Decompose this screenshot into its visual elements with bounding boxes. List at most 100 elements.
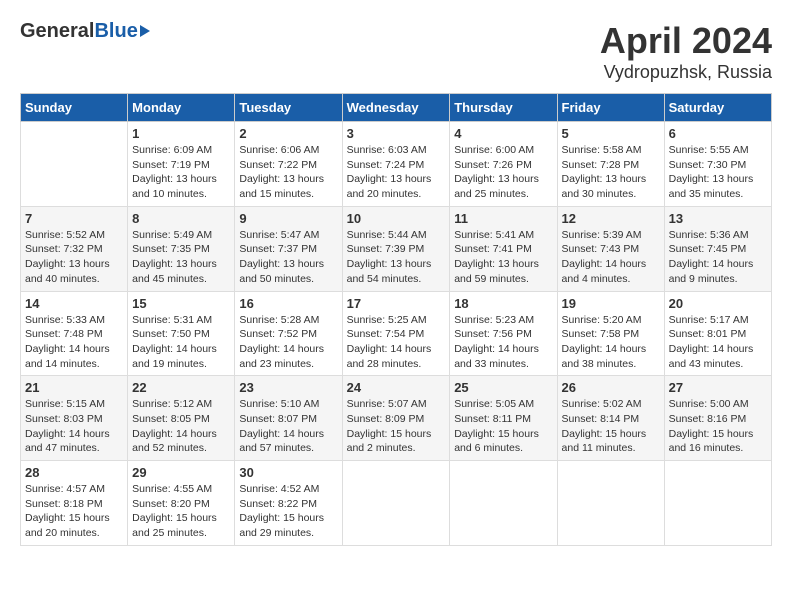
- calendar-cell: 5 Sunrise: 5:58 AMSunset: 7:28 PMDaylight…: [557, 122, 664, 207]
- calendar-cell: 17 Sunrise: 5:25 AMSunset: 7:54 PMDayligh…: [342, 291, 450, 376]
- day-number: 20: [669, 296, 767, 311]
- calendar-cell: 7 Sunrise: 5:52 AMSunset: 7:32 PMDaylight…: [21, 206, 128, 291]
- day-info: Sunrise: 6:03 AMSunset: 7:24 PMDaylight:…: [347, 143, 446, 202]
- day-number: 27: [669, 380, 767, 395]
- day-number: 30: [239, 465, 337, 480]
- day-info: Sunrise: 5:05 AMSunset: 8:11 PMDaylight:…: [454, 397, 552, 456]
- calendar-cell: 9Sunrise: 5:47 AMSunset: 7:37 PMDaylight…: [235, 206, 342, 291]
- page-header: General Blue April 2024 Vydropuzhsk, Rus…: [20, 20, 772, 83]
- week-row-2: 7 Sunrise: 5:52 AMSunset: 7:32 PMDaylight…: [21, 206, 772, 291]
- day-info: Sunrise: 5:39 AMSunset: 7:43 PMDaylight:…: [562, 228, 660, 287]
- week-row-5: 28 Sunrise: 4:57 AMSunset: 8:18 PMDayligh…: [21, 461, 772, 546]
- day-info: Sunrise: 5:17 AMSunset: 8:01 PMDaylight:…: [669, 313, 767, 372]
- day-number: 8: [132, 211, 230, 226]
- calendar-cell: 16 Sunrise: 5:28 AMSunset: 7:52 PMDayligh…: [235, 291, 342, 376]
- day-info: Sunrise: 4:55 AMSunset: 8:20 PMDaylight:…: [132, 482, 230, 541]
- day-number: 2: [239, 126, 337, 141]
- calendar-cell: 8 Sunrise: 5:49 AMSunset: 7:35 PMDaylight…: [128, 206, 235, 291]
- day-info: Sunrise: 5:49 AMSunset: 7:35 PMDaylight:…: [132, 228, 230, 287]
- calendar-cell: 28 Sunrise: 4:57 AMSunset: 8:18 PMDayligh…: [21, 461, 128, 546]
- day-number: 10: [347, 211, 446, 226]
- day-info: Sunrise: 5:31 AMSunset: 7:50 PMDaylight:…: [132, 313, 230, 372]
- calendar-cell: 30 Sunrise: 4:52 AMSunset: 8:22 PMDayligh…: [235, 461, 342, 546]
- calendar-cell: 27Sunrise: 5:00 AMSunset: 8:16 PMDayligh…: [664, 376, 771, 461]
- calendar-cell: 15 Sunrise: 5:31 AMSunset: 7:50 PMDayligh…: [128, 291, 235, 376]
- calendar-cell: 11Sunrise: 5:41 AMSunset: 7:41 PMDayligh…: [450, 206, 557, 291]
- logo: General Blue: [20, 20, 150, 43]
- day-number: 18: [454, 296, 552, 311]
- calendar-cell: 1 Sunrise: 6:09 AMSunset: 7:19 PMDaylight…: [128, 122, 235, 207]
- calendar-cell: [450, 461, 557, 546]
- calendar-cell: 4 Sunrise: 6:00 AMSunset: 7:26 PMDaylight…: [450, 122, 557, 207]
- week-row-4: 21 Sunrise: 5:15 AMSunset: 8:03 PMDayligh…: [21, 376, 772, 461]
- day-info: Sunrise: 5:15 AMSunset: 8:03 PMDaylight:…: [25, 397, 123, 456]
- day-info: Sunrise: 5:25 AMSunset: 7:54 PMDaylight:…: [347, 313, 446, 372]
- weekday-header-saturday: Saturday: [664, 94, 771, 122]
- day-info: Sunrise: 6:09 AMSunset: 7:19 PMDaylight:…: [132, 143, 230, 202]
- weekday-header-sunday: Sunday: [21, 94, 128, 122]
- day-info: Sunrise: 6:00 AMSunset: 7:26 PMDaylight:…: [454, 143, 552, 202]
- day-number: 19: [562, 296, 660, 311]
- month-title: April 2024: [600, 20, 772, 62]
- day-number: 24: [347, 380, 446, 395]
- day-number: 26: [562, 380, 660, 395]
- day-number: 15: [132, 296, 230, 311]
- day-number: 6: [669, 126, 767, 141]
- calendar-cell: 21 Sunrise: 5:15 AMSunset: 8:03 PMDayligh…: [21, 376, 128, 461]
- day-info: Sunrise: 5:20 AMSunset: 7:58 PMDaylight:…: [562, 313, 660, 372]
- day-number: 17: [347, 296, 446, 311]
- week-row-1: 1 Sunrise: 6:09 AMSunset: 7:19 PMDaylight…: [21, 122, 772, 207]
- calendar-cell: 10 Sunrise: 5:44 AMSunset: 7:39 PMDayligh…: [342, 206, 450, 291]
- calendar-cell: [664, 461, 771, 546]
- day-info: Sunrise: 5:33 AMSunset: 7:48 PMDaylight:…: [25, 313, 123, 372]
- day-info: Sunrise: 4:52 AMSunset: 8:22 PMDaylight:…: [239, 482, 337, 541]
- day-number: 25: [454, 380, 552, 395]
- day-info: Sunrise: 5:41 AMSunset: 7:41 PMDaylight:…: [454, 228, 552, 287]
- day-info: Sunrise: 5:02 AMSunset: 8:14 PMDaylight:…: [562, 397, 660, 456]
- weekday-header-thursday: Thursday: [450, 94, 557, 122]
- day-number: 23: [239, 380, 337, 395]
- day-info: Sunrise: 5:52 AMSunset: 7:32 PMDaylight:…: [25, 228, 123, 287]
- logo-arrow-icon: [140, 25, 150, 37]
- calendar-cell: 19 Sunrise: 5:20 AMSunset: 7:58 PMDayligh…: [557, 291, 664, 376]
- calendar-table: SundayMondayTuesdayWednesdayThursdayFrid…: [20, 93, 772, 546]
- day-number: 13: [669, 211, 767, 226]
- day-number: 29: [132, 465, 230, 480]
- day-number: 16: [239, 296, 337, 311]
- day-number: 7: [25, 211, 123, 226]
- day-info: Sunrise: 5:28 AMSunset: 7:52 PMDaylight:…: [239, 313, 337, 372]
- calendar-cell: 13 Sunrise: 5:36 AMSunset: 7:45 PMDayligh…: [664, 206, 771, 291]
- calendar-cell: 22 Sunrise: 5:12 AMSunset: 8:05 PMDayligh…: [128, 376, 235, 461]
- day-info: Sunrise: 5:07 AMSunset: 8:09 PMDaylight:…: [347, 397, 446, 456]
- day-info: Sunrise: 5:58 AMSunset: 7:28 PMDaylight:…: [562, 143, 660, 202]
- calendar-cell: 25 Sunrise: 5:05 AMSunset: 8:11 PMDayligh…: [450, 376, 557, 461]
- logo-general: General: [20, 20, 94, 43]
- calendar-cell: [21, 122, 128, 207]
- title-block: April 2024 Vydropuzhsk, Russia: [600, 20, 772, 83]
- day-info: Sunrise: 5:12 AMSunset: 8:05 PMDaylight:…: [132, 397, 230, 456]
- weekday-header-row: SundayMondayTuesdayWednesdayThursdayFrid…: [21, 94, 772, 122]
- day-number: 28: [25, 465, 123, 480]
- weekday-header-tuesday: Tuesday: [235, 94, 342, 122]
- day-number: 5: [562, 126, 660, 141]
- day-number: 4: [454, 126, 552, 141]
- calendar-cell: [557, 461, 664, 546]
- day-info: Sunrise: 5:55 AMSunset: 7:30 PMDaylight:…: [669, 143, 767, 202]
- day-number: 1: [132, 126, 230, 141]
- day-info: Sunrise: 5:23 AMSunset: 7:56 PMDaylight:…: [454, 313, 552, 372]
- day-number: 21: [25, 380, 123, 395]
- day-number: 12: [562, 211, 660, 226]
- day-number: 14: [25, 296, 123, 311]
- day-number: 22: [132, 380, 230, 395]
- day-info: Sunrise: 5:36 AMSunset: 7:45 PMDaylight:…: [669, 228, 767, 287]
- day-info: Sunrise: 4:57 AMSunset: 8:18 PMDaylight:…: [25, 482, 123, 541]
- calendar-cell: 6 Sunrise: 5:55 AMSunset: 7:30 PMDaylight…: [664, 122, 771, 207]
- day-info: Sunrise: 5:44 AMSunset: 7:39 PMDaylight:…: [347, 228, 446, 287]
- calendar-cell: 3Sunrise: 6:03 AMSunset: 7:24 PMDaylight…: [342, 122, 450, 207]
- calendar-cell: 12 Sunrise: 5:39 AMSunset: 7:43 PMDayligh…: [557, 206, 664, 291]
- calendar-cell: 2Sunrise: 6:06 AMSunset: 7:22 PMDaylight…: [235, 122, 342, 207]
- calendar-cell: 20 Sunrise: 5:17 AMSunset: 8:01 PMDayligh…: [664, 291, 771, 376]
- location-title: Vydropuzhsk, Russia: [600, 62, 772, 83]
- calendar-cell: 29 Sunrise: 4:55 AMSunset: 8:20 PMDayligh…: [128, 461, 235, 546]
- logo-blue: Blue: [94, 20, 137, 43]
